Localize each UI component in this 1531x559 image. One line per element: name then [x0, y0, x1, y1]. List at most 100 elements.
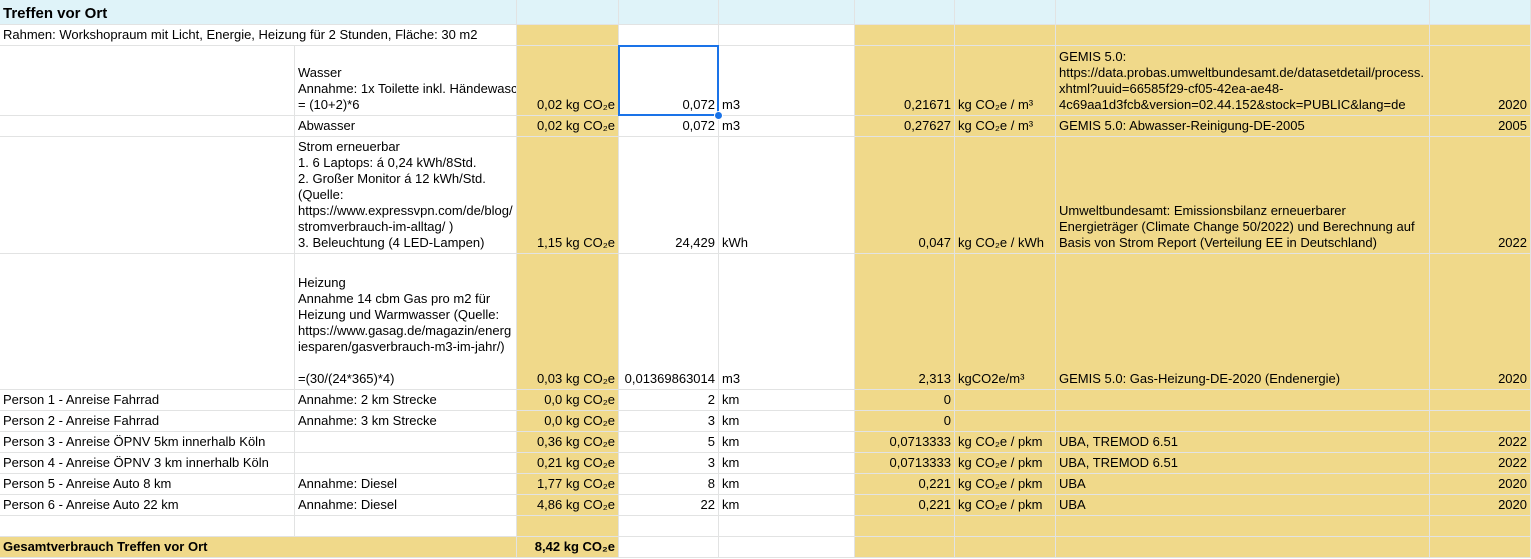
cell-co2[interactable]: 0,0 kg CO₂e	[517, 411, 619, 432]
cell-factor[interactable]: 0,221	[855, 495, 955, 516]
total-label[interactable]: Gesamtverbrauch Treffen vor Ort	[0, 537, 517, 558]
cell-factor-unit[interactable]: kg CO₂e / pkm	[955, 495, 1056, 516]
empty-cell[interactable]	[517, 25, 619, 46]
cell-year[interactable]: 2022	[1430, 432, 1531, 453]
header-cell[interactable]	[855, 0, 955, 25]
intro-text[interactable]: Rahmen: Workshopraum mit Licht, Energie,…	[0, 25, 517, 46]
cell-factor[interactable]: 0	[855, 411, 955, 432]
empty-cell[interactable]	[619, 537, 719, 558]
cell-qty[interactable]: 0,072	[619, 46, 719, 116]
cell-desc[interactable]: Annahme: Diesel	[295, 495, 517, 516]
header-cell[interactable]	[1056, 0, 1430, 25]
empty-cell[interactable]	[1430, 537, 1531, 558]
cell-factor-unit[interactable]: kg CO₂e / m³	[955, 46, 1056, 116]
cell-factor[interactable]: 0,27627	[855, 116, 955, 137]
cell-co2[interactable]: 1,15 kg CO₂e	[517, 137, 619, 254]
cell-unit[interactable]: m3	[719, 254, 855, 390]
cell-source[interactable]: GEMIS 5.0: https://data.probas.umweltbun…	[1056, 46, 1430, 116]
cell-desc[interactable]	[295, 516, 517, 537]
cell-co2[interactable]	[517, 516, 619, 537]
sheet-title[interactable]: Treffen vor Ort	[0, 0, 517, 25]
cell-co2[interactable]: 0,02 kg CO₂e	[517, 116, 619, 137]
cell-unit[interactable]: km	[719, 453, 855, 474]
cell-qty[interactable]: 24,429	[619, 137, 719, 254]
cell-qty[interactable]: 0,01369863014	[619, 254, 719, 390]
cell-factor[interactable]: 0,0713333	[855, 432, 955, 453]
cell-year[interactable]: 2020	[1430, 46, 1531, 116]
cell-qty[interactable]: 5	[619, 432, 719, 453]
cell-name[interactable]: Person 6 - Anreise Auto 22 km	[0, 495, 295, 516]
empty-cell[interactable]	[719, 537, 855, 558]
cell-unit[interactable]: km	[719, 474, 855, 495]
cell-desc[interactable]	[295, 432, 517, 453]
cell-qty[interactable]: 3	[619, 453, 719, 474]
cell-unit[interactable]: km	[719, 390, 855, 411]
cell-year[interactable]: 2005	[1430, 116, 1531, 137]
header-cell[interactable]	[1430, 0, 1531, 25]
cell-factor[interactable]: 0,0713333	[855, 453, 955, 474]
cell-source[interactable]: UBA	[1056, 474, 1430, 495]
cell-name[interactable]: Person 1 - Anreise Fahrrad	[0, 390, 295, 411]
empty-cell[interactable]	[955, 537, 1056, 558]
cell-qty[interactable]: 3	[619, 411, 719, 432]
cell-co2[interactable]: 4,86 kg CO₂e	[517, 495, 619, 516]
cell-name[interactable]	[0, 254, 295, 390]
cell-desc[interactable]: Annahme: 2 km Strecke	[295, 390, 517, 411]
cell-desc[interactable]: Wasser Annahme: 1x Toilette inkl. Händew…	[295, 46, 517, 116]
cell-name[interactable]: Person 5 - Anreise Auto 8 km	[0, 474, 295, 495]
cell-factor[interactable]	[855, 516, 955, 537]
cell-name[interactable]	[0, 516, 295, 537]
empty-cell[interactable]	[619, 25, 719, 46]
cell-co2[interactable]: 0,21 kg CO₂e	[517, 453, 619, 474]
cell-co2[interactable]: 0,0 kg CO₂e	[517, 390, 619, 411]
cell-desc[interactable]: Annahme: 3 km Strecke	[295, 411, 517, 432]
cell-factor[interactable]: 0,21671	[855, 46, 955, 116]
cell-year[interactable]: 2020	[1430, 474, 1531, 495]
cell-source[interactable]: UBA, TREMOD 6.51	[1056, 453, 1430, 474]
cell-factor-unit[interactable]	[955, 411, 1056, 432]
cell-factor[interactable]: 0	[855, 390, 955, 411]
empty-cell[interactable]	[1056, 537, 1430, 558]
cell-factor-unit[interactable]: kg CO₂e / pkm	[955, 474, 1056, 495]
cell-name[interactable]: Person 2 - Anreise Fahrrad	[0, 411, 295, 432]
cell-source[interactable]	[1056, 411, 1430, 432]
cell-factor[interactable]: 2,313	[855, 254, 955, 390]
cell-name[interactable]	[0, 116, 295, 137]
cell-source[interactable]: UBA, TREMOD 6.51	[1056, 432, 1430, 453]
cell-factor-unit[interactable]: kgCO2e/m³	[955, 254, 1056, 390]
cell-year[interactable]: 2020	[1430, 254, 1531, 390]
cell-unit[interactable]: km	[719, 411, 855, 432]
cell-year[interactable]	[1430, 390, 1531, 411]
cell-source[interactable]: Umweltbundesamt: Emissionsbilanz erneuer…	[1056, 137, 1430, 254]
cell-year[interactable]: 2022	[1430, 137, 1531, 254]
cell-year[interactable]: 2020	[1430, 495, 1531, 516]
cell-name[interactable]: Person 3 - Anreise ÖPNV 5km innerhalb Kö…	[0, 432, 295, 453]
cell-unit[interactable]	[719, 516, 855, 537]
header-cell[interactable]	[517, 0, 619, 25]
cell-source[interactable]: GEMIS 5.0: Abwasser-Reinigung-DE-2005	[1056, 116, 1430, 137]
fill-handle[interactable]	[714, 111, 723, 120]
empty-cell[interactable]	[1056, 25, 1430, 46]
cell-desc[interactable]: Annahme: Diesel	[295, 474, 517, 495]
total-value[interactable]: 8,42 kg CO₂e	[517, 537, 619, 558]
cell-unit[interactable]: km	[719, 495, 855, 516]
empty-cell[interactable]	[955, 25, 1056, 46]
header-cell[interactable]	[719, 0, 855, 25]
cell-co2[interactable]: 0,03 kg CO₂e	[517, 254, 619, 390]
cell-source[interactable]	[1056, 390, 1430, 411]
cell-source[interactable]: UBA	[1056, 495, 1430, 516]
cell-factor[interactable]: 0,221	[855, 474, 955, 495]
cell-co2[interactable]: 0,36 kg CO₂e	[517, 432, 619, 453]
empty-cell[interactable]	[719, 25, 855, 46]
cell-factor-unit[interactable]: kg CO₂e / kWh	[955, 137, 1056, 254]
cell-qty[interactable]: 0,072	[619, 116, 719, 137]
cell-qty[interactable]: 22	[619, 495, 719, 516]
header-cell[interactable]	[955, 0, 1056, 25]
header-cell[interactable]	[619, 0, 719, 25]
cell-co2[interactable]: 1,77 kg CO₂e	[517, 474, 619, 495]
cell-desc[interactable]	[295, 453, 517, 474]
cell-qty[interactable]: 8	[619, 474, 719, 495]
cell-factor-unit[interactable]	[955, 390, 1056, 411]
cell-factor-unit[interactable]: kg CO₂e / pkm	[955, 453, 1056, 474]
cell-qty[interactable]	[619, 516, 719, 537]
